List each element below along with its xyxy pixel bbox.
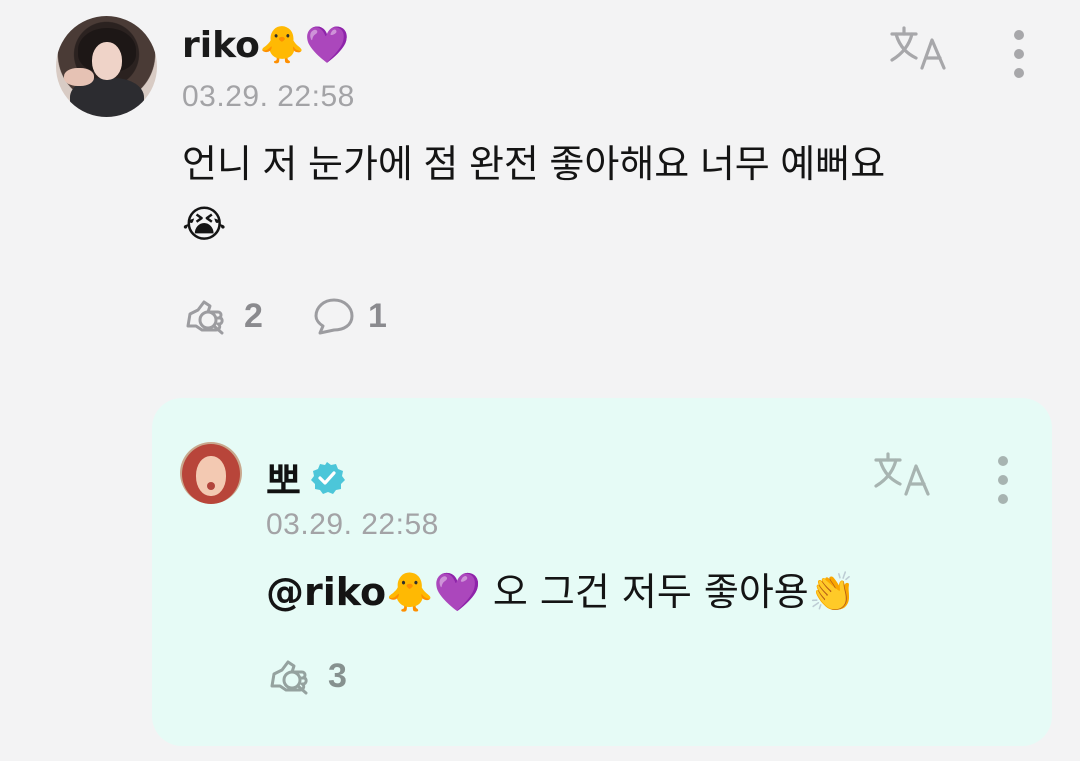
like-count: 3 — [328, 656, 347, 695]
crying-emoji: 😭 — [182, 202, 227, 246]
more-options-icon[interactable] — [1011, 30, 1027, 78]
avatar[interactable] — [56, 16, 157, 117]
reply-card: 뽀 03.29. 22:58 @riko🐥💜 오 그건 저두 좋아용👏 3 — [152, 398, 1052, 746]
like-button[interactable]: 3 — [266, 656, 347, 696]
like-icon — [270, 660, 308, 695]
translate-icon[interactable] — [872, 450, 934, 500]
reply-username-row: 뽀 — [266, 450, 345, 505]
translate-icon[interactable] — [888, 24, 950, 74]
reply-button[interactable]: 1 — [312, 296, 387, 336]
reply-text: @riko🐥💜 오 그건 저두 좋아용👏 — [266, 564, 1026, 620]
comment-timestamp: 03.29. 22:58 — [182, 80, 355, 113]
mention-link[interactable]: @riko🐥💜 — [266, 570, 481, 614]
reply-timestamp: 03.29. 22:58 — [266, 508, 439, 541]
avatar[interactable] — [180, 442, 242, 504]
comment-text: 언니 저 눈가에 점 완전 좋아해요 너무 예뻐요 😭 — [182, 136, 1022, 255]
like-count: 2 — [244, 296, 263, 335]
like-icon — [186, 300, 224, 335]
comment-text-content: 언니 저 눈가에 점 완전 좋아해요 너무 예뻐요 — [182, 144, 886, 186]
comment-thread: riko🐥💜 03.29. 22:58 언니 저 눈가에 점 완전 좋아해요 너… — [0, 0, 1080, 761]
verified-badge-icon — [310, 461, 345, 494]
reply-count: 1 — [368, 296, 387, 335]
comment: riko🐥💜 03.29. 22:58 언니 저 눈가에 점 완전 좋아해요 너… — [0, 0, 1080, 370]
reply-icon — [314, 298, 354, 335]
like-button[interactable]: 2 — [182, 296, 263, 336]
reply-username[interactable]: 뽀 — [266, 450, 301, 505]
comment-username[interactable]: riko🐥💜 — [182, 24, 349, 66]
more-options-icon[interactable] — [995, 456, 1011, 504]
reply-text-content: 오 그건 저두 좋아용👏 — [480, 570, 857, 614]
